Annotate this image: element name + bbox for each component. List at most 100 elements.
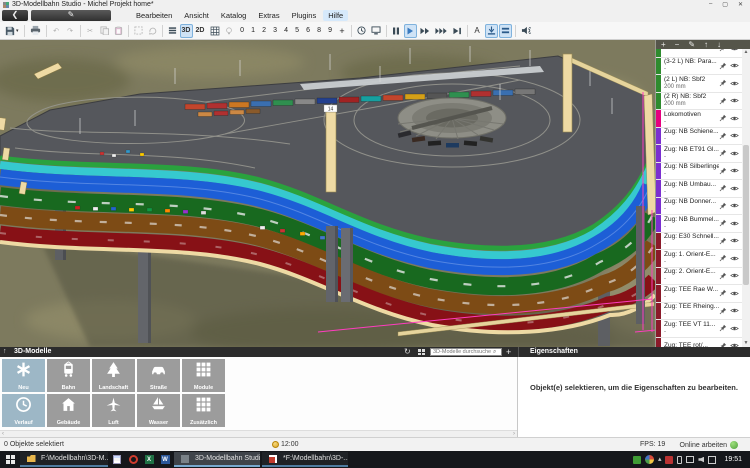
menu-item[interactable]: Extras xyxy=(253,10,284,21)
layer-row[interactable]: Zug: TEE Rae W... - xyxy=(656,285,742,303)
screenshot-button[interactable] xyxy=(369,24,383,38)
layer-row[interactable]: Zug: NB Bummel... - xyxy=(656,215,742,233)
tile-bahn[interactable]: Bahn xyxy=(47,359,90,392)
tile-landschaft[interactable]: Landschaft xyxy=(92,359,135,392)
eye-icon[interactable] xyxy=(730,49,739,52)
layer-row[interactable]: Zug: NB Umbau... - xyxy=(656,180,742,198)
snap-to-ground-toggle[interactable] xyxy=(485,24,498,38)
layer-row[interactable]: Zug: 1. Orient-E... - xyxy=(656,250,742,268)
camera-number-button[interactable]: 5 xyxy=(292,24,303,38)
select-move-button[interactable] xyxy=(132,24,145,38)
eye-icon[interactable] xyxy=(730,272,739,279)
sound-toggle[interactable] xyxy=(519,24,533,38)
pin-icon[interactable] xyxy=(719,167,727,175)
view-2d-toggle[interactable]: 2D xyxy=(194,24,207,38)
camera-number-button[interactable]: 4 xyxy=(281,24,292,38)
pin-icon[interactable] xyxy=(719,97,727,105)
tile-neu[interactable]: Neu xyxy=(2,359,45,392)
layer-view-toggle[interactable] xyxy=(499,24,512,38)
viewport-3d[interactable]: 14 xyxy=(0,40,655,347)
maximize-button[interactable]: ▢ xyxy=(722,1,728,8)
layers-scrollbar[interactable]: ▲ ▼ xyxy=(742,49,750,347)
eye-icon[interactable] xyxy=(730,237,739,244)
camera-number-button[interactable]: 0 xyxy=(237,24,248,38)
tray-show-hidden-icon[interactable]: ▴ xyxy=(658,456,662,463)
camera-number-button[interactable]: 6 xyxy=(303,24,314,38)
save-dropdown-caret[interactable]: ▾ xyxy=(16,28,19,34)
layer-row[interactable]: Zug: NB Schiene... - xyxy=(656,128,742,146)
tray-icon-green[interactable] xyxy=(633,456,641,464)
taskbar-item-word[interactable]: W xyxy=(158,452,172,467)
scroll-down-arrow[interactable]: ▼ xyxy=(742,340,750,347)
add-camera-button[interactable]: + xyxy=(337,24,348,38)
light-toggle[interactable] xyxy=(223,24,236,38)
save-button[interactable]: ▾ xyxy=(3,24,21,38)
tray-icon-browser[interactable] xyxy=(645,455,654,464)
eye-icon[interactable] xyxy=(730,325,739,332)
catalog-scrollbar[interactable]: ‹ › xyxy=(0,430,517,437)
eye-icon[interactable] xyxy=(730,80,739,87)
pin-icon[interactable] xyxy=(719,114,727,122)
pin-icon[interactable] xyxy=(719,62,727,70)
tray-icon-red[interactable] xyxy=(665,456,673,464)
taskbar-item-project[interactable]: *F:\Modellbahn\3D-... xyxy=(262,452,348,467)
pin-icon[interactable] xyxy=(719,289,727,297)
pin-icon[interactable] xyxy=(719,132,727,140)
tile-strasse[interactable]: Straße xyxy=(137,359,180,392)
layer-row[interactable]: Lokomotiven - xyxy=(656,110,742,128)
pin-icon[interactable] xyxy=(719,184,727,192)
taskbar-item-explorer[interactable]: F:\Modellbahn\3D-M... xyxy=(20,452,108,467)
camera-number-button[interactable]: 2 xyxy=(259,24,270,38)
taskbar-item-opera[interactable] xyxy=(126,452,140,467)
tray-network-icon[interactable] xyxy=(686,456,694,463)
tray-volume-icon[interactable] xyxy=(698,457,704,463)
eye-icon[interactable] xyxy=(730,150,739,157)
layer-row[interactable]: Zug: TEE Rheing... - xyxy=(656,303,742,321)
scroll-up-arrow[interactable]: ▲ xyxy=(742,49,750,56)
pin-icon[interactable] xyxy=(719,254,727,262)
layer-row[interactable]: (2 L) NB: Sbf2 200 mm xyxy=(656,75,742,93)
tile-zusaetzlich[interactable]: Zusätzlich xyxy=(182,394,225,427)
collapse-panel-icon[interactable]: ↑ xyxy=(3,348,7,355)
menu-item[interactable]: Bearbeiten xyxy=(131,10,177,21)
tile-gebaeude[interactable]: Gebäude xyxy=(47,394,90,427)
taskbar-item-notepad[interactable] xyxy=(110,452,124,467)
start-button[interactable] xyxy=(2,451,18,468)
tray-keyboard-icon[interactable] xyxy=(708,456,716,464)
camera-number-button[interactable]: 1 xyxy=(248,24,259,38)
pin-icon[interactable] xyxy=(719,237,727,245)
camera-number-button[interactable]: 3 xyxy=(270,24,281,38)
fast-forward-3x-button[interactable] xyxy=(433,24,450,38)
menu-item[interactable]: Plugins xyxy=(287,10,322,21)
step-end-button[interactable] xyxy=(451,24,464,38)
layer-row[interactable]: (3-2 L) NB: Para... - xyxy=(656,58,742,76)
pin-icon[interactable] xyxy=(719,49,727,52)
remove-layer-button[interactable]: − xyxy=(675,41,680,49)
pause-button[interactable] xyxy=(390,24,403,38)
close-button[interactable]: ✕ xyxy=(738,1,743,8)
eye-icon[interactable] xyxy=(730,97,739,104)
eye-icon[interactable] xyxy=(730,202,739,209)
layer-row[interactable]: Zug: NB ET91 Gl... - xyxy=(656,145,742,163)
tray-phone-icon[interactable] xyxy=(677,456,682,464)
minimize-button[interactable]: – xyxy=(709,1,712,8)
menu-item[interactable]: Hilfe xyxy=(323,10,348,21)
pin-icon[interactable] xyxy=(719,219,727,227)
fast-forward-button[interactable] xyxy=(418,24,432,38)
search-icon[interactable]: ⌕ xyxy=(493,349,496,355)
menu-item[interactable]: Ansicht xyxy=(179,10,214,21)
tile-luft[interactable]: Luft xyxy=(92,394,135,427)
eye-icon[interactable] xyxy=(730,255,739,262)
copy-button[interactable] xyxy=(98,24,111,38)
eye-icon[interactable] xyxy=(730,307,739,314)
tile-wasser[interactable]: Wasser xyxy=(137,394,180,427)
tile-verlauf[interactable]: Verlauf xyxy=(2,394,45,427)
pin-icon[interactable] xyxy=(719,324,727,332)
scrollbar-thumb[interactable] xyxy=(743,145,749,285)
taskbar-clock[interactable]: 19:51 xyxy=(724,456,742,463)
layer-row[interactable]: (2 R) NB: Sbf2 200 mm xyxy=(656,93,742,111)
pin-icon[interactable] xyxy=(719,307,727,315)
layer-list-button[interactable] xyxy=(166,24,179,38)
edit-mode-button[interactable]: ✎ xyxy=(31,10,111,21)
paste-button[interactable] xyxy=(112,24,125,38)
